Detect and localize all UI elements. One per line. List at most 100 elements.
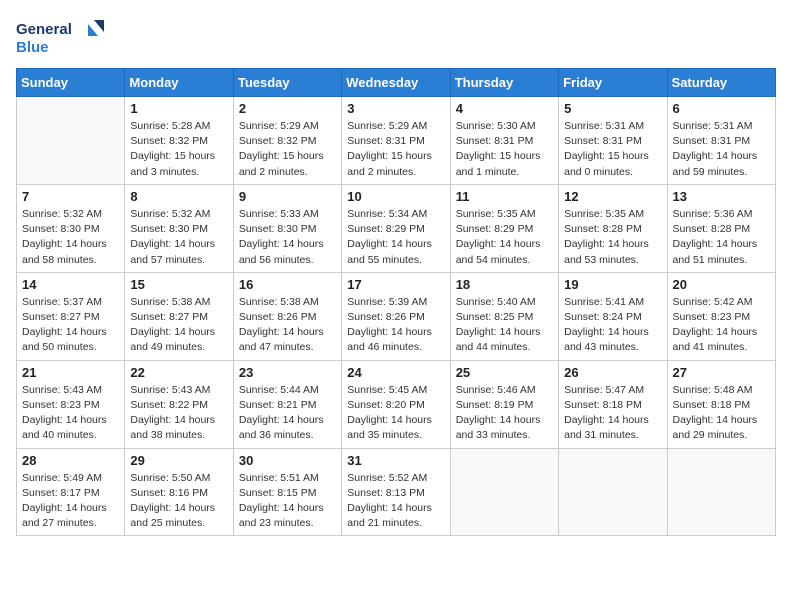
day-number: 5 (564, 101, 661, 116)
calendar-cell: 30 Sunrise: 5:51 AMSunset: 8:15 PMDayligh… (233, 448, 341, 536)
day-number: 30 (239, 453, 336, 468)
day-info: Sunrise: 5:46 AMSunset: 8:19 PMDaylight:… (456, 383, 553, 444)
calendar-cell: 29Sunrise: 5:50 AMSunset: 8:16 PMDayligh… (125, 448, 233, 536)
calendar-cell: 21 Sunrise: 5:43 AMSunset: 8:23 PMDayligh… (17, 360, 125, 448)
calendar-cell: 12 Sunrise: 5:35 AMSunset: 8:28 PMDayligh… (559, 184, 667, 272)
day-number: 21 (22, 365, 119, 380)
calendar-cell: 9 Sunrise: 5:33 AMSunset: 8:30 PMDaylight… (233, 184, 341, 272)
calendar-cell (667, 448, 775, 536)
day-number: 6 (673, 101, 770, 116)
day-info: Sunrise: 5:41 AMSunset: 8:24 PMDaylight:… (564, 295, 661, 356)
calendar-cell: 4 Sunrise: 5:30 AMSunset: 8:31 PMDaylight… (450, 97, 558, 185)
calendar-cell: 27 Sunrise: 5:48 AMSunset: 8:18 PMDayligh… (667, 360, 775, 448)
calendar-cell: 25 Sunrise: 5:46 AMSunset: 8:19 PMDayligh… (450, 360, 558, 448)
day-number: 10 (347, 189, 444, 204)
day-info: Sunrise: 5:30 AMSunset: 8:31 PMDaylight:… (456, 119, 553, 180)
calendar-cell: 20 Sunrise: 5:42 AMSunset: 8:23 PMDayligh… (667, 272, 775, 360)
day-number: 27 (673, 365, 770, 380)
calendar-cell (559, 448, 667, 536)
calendar-cell: 14 Sunrise: 5:37 AMSunset: 8:27 PMDayligh… (17, 272, 125, 360)
day-info: Sunrise: 5:34 AMSunset: 8:29 PMDaylight:… (347, 207, 444, 268)
day-info: Sunrise: 5:32 AMSunset: 8:30 PMDaylight:… (22, 207, 119, 268)
weekday-header-thursday: Thursday (450, 69, 558, 97)
calendar-cell: 15 Sunrise: 5:38 AMSunset: 8:27 PMDayligh… (125, 272, 233, 360)
calendar-cell: 17 Sunrise: 5:39 AMSunset: 8:26 PMDayligh… (342, 272, 450, 360)
day-info: Sunrise: 5:29 AMSunset: 8:31 PMDaylight:… (347, 119, 444, 180)
day-info: Sunrise: 5:44 AMSunset: 8:21 PMDaylight:… (239, 383, 336, 444)
calendar-week-5: 28 Sunrise: 5:49 AMSunset: 8:17 PMDayligh… (17, 448, 776, 536)
day-number: 22 (130, 365, 227, 380)
day-number: 23 (239, 365, 336, 380)
day-info: Sunrise: 5:35 AMSunset: 8:29 PMDaylight:… (456, 207, 553, 268)
day-info: Sunrise: 5:40 AMSunset: 8:25 PMDaylight:… (456, 295, 553, 356)
day-info: Sunrise: 5:36 AMSunset: 8:28 PMDaylight:… (673, 207, 770, 268)
day-info: Sunrise: 5:42 AMSunset: 8:23 PMDaylight:… (673, 295, 770, 356)
calendar-week-1: 1Sunrise: 5:28 AMSunset: 8:32 PMDaylight… (17, 97, 776, 185)
day-number: 31 (347, 453, 444, 468)
calendar-cell: 26 Sunrise: 5:47 AMSunset: 8:18 PMDayligh… (559, 360, 667, 448)
calendar-cell: 6Sunrise: 5:31 AMSunset: 8:31 PMDaylight… (667, 97, 775, 185)
day-info: Sunrise: 5:37 AMSunset: 8:27 PMDaylight:… (22, 295, 119, 356)
day-number: 25 (456, 365, 553, 380)
calendar-cell: 3 Sunrise: 5:29 AMSunset: 8:31 PMDaylight… (342, 97, 450, 185)
day-info: Sunrise: 5:32 AMSunset: 8:30 PMDaylight:… (130, 207, 227, 268)
calendar-week-3: 14 Sunrise: 5:37 AMSunset: 8:27 PMDayligh… (17, 272, 776, 360)
day-number: 16 (239, 277, 336, 292)
calendar-week-4: 21 Sunrise: 5:43 AMSunset: 8:23 PMDayligh… (17, 360, 776, 448)
day-info: Sunrise: 5:43 AMSunset: 8:23 PMDaylight:… (22, 383, 119, 444)
day-info: Sunrise: 5:50 AMSunset: 8:16 PMDaylight:… (130, 471, 227, 532)
day-number: 17 (347, 277, 444, 292)
day-number: 8 (130, 189, 227, 204)
day-number: 14 (22, 277, 119, 292)
calendar-cell: 23 Sunrise: 5:44 AMSunset: 8:21 PMDayligh… (233, 360, 341, 448)
day-number: 13 (673, 189, 770, 204)
calendar-cell: 18 Sunrise: 5:40 AMSunset: 8:25 PMDayligh… (450, 272, 558, 360)
calendar-cell: 24Sunrise: 5:45 AMSunset: 8:20 PMDayligh… (342, 360, 450, 448)
day-info: Sunrise: 5:48 AMSunset: 8:18 PMDaylight:… (673, 383, 770, 444)
day-number: 18 (456, 277, 553, 292)
day-info: Sunrise: 5:52 AMSunset: 8:13 PMDaylight:… (347, 471, 444, 532)
day-info: Sunrise: 5:49 AMSunset: 8:17 PMDaylight:… (22, 471, 119, 532)
logo: General Blue (16, 16, 106, 60)
day-info: Sunrise: 5:38 AMSunset: 8:27 PMDaylight:… (130, 295, 227, 356)
calendar-cell: 8 Sunrise: 5:32 AMSunset: 8:30 PMDaylight… (125, 184, 233, 272)
calendar-cell (17, 97, 125, 185)
day-number: 12 (564, 189, 661, 204)
day-number: 24 (347, 365, 444, 380)
calendar-cell: 28 Sunrise: 5:49 AMSunset: 8:17 PMDayligh… (17, 448, 125, 536)
day-number: 15 (130, 277, 227, 292)
calendar-cell (450, 448, 558, 536)
svg-text:Blue: Blue (16, 39, 49, 56)
calendar-cell: 2 Sunrise: 5:29 AMSunset: 8:32 PMDaylight… (233, 97, 341, 185)
calendar-cell: 13 Sunrise: 5:36 AMSunset: 8:28 PMDayligh… (667, 184, 775, 272)
calendar-table: SundayMondayTuesdayWednesdayThursdayFrid… (16, 68, 776, 536)
day-info: Sunrise: 5:29 AMSunset: 8:32 PMDaylight:… (239, 119, 336, 180)
day-number: 3 (347, 101, 444, 116)
day-info: Sunrise: 5:47 AMSunset: 8:18 PMDaylight:… (564, 383, 661, 444)
calendar-cell: 1Sunrise: 5:28 AMSunset: 8:32 PMDaylight… (125, 97, 233, 185)
day-number: 2 (239, 101, 336, 116)
calendar-cell: 19 Sunrise: 5:41 AMSunset: 8:24 PMDayligh… (559, 272, 667, 360)
day-number: 1 (130, 101, 227, 116)
day-number: 4 (456, 101, 553, 116)
day-number: 19 (564, 277, 661, 292)
logo-svg: General Blue (16, 16, 106, 60)
day-info: Sunrise: 5:39 AMSunset: 8:26 PMDaylight:… (347, 295, 444, 356)
day-info: Sunrise: 5:35 AMSunset: 8:28 PMDaylight:… (564, 207, 661, 268)
day-number: 11 (456, 189, 553, 204)
day-info: Sunrise: 5:33 AMSunset: 8:30 PMDaylight:… (239, 207, 336, 268)
day-number: 9 (239, 189, 336, 204)
svg-text:General: General (16, 21, 72, 38)
day-info: Sunrise: 5:38 AMSunset: 8:26 PMDaylight:… (239, 295, 336, 356)
day-number: 20 (673, 277, 770, 292)
calendar-cell: 7Sunrise: 5:32 AMSunset: 8:30 PMDaylight… (17, 184, 125, 272)
weekday-header-friday: Friday (559, 69, 667, 97)
weekday-header-saturday: Saturday (667, 69, 775, 97)
page-header: General Blue (16, 16, 776, 60)
weekday-header-tuesday: Tuesday (233, 69, 341, 97)
day-info: Sunrise: 5:51 AMSunset: 8:15 PMDaylight:… (239, 471, 336, 532)
day-number: 26 (564, 365, 661, 380)
weekday-header-wednesday: Wednesday (342, 69, 450, 97)
day-number: 28 (22, 453, 119, 468)
calendar-week-2: 7Sunrise: 5:32 AMSunset: 8:30 PMDaylight… (17, 184, 776, 272)
